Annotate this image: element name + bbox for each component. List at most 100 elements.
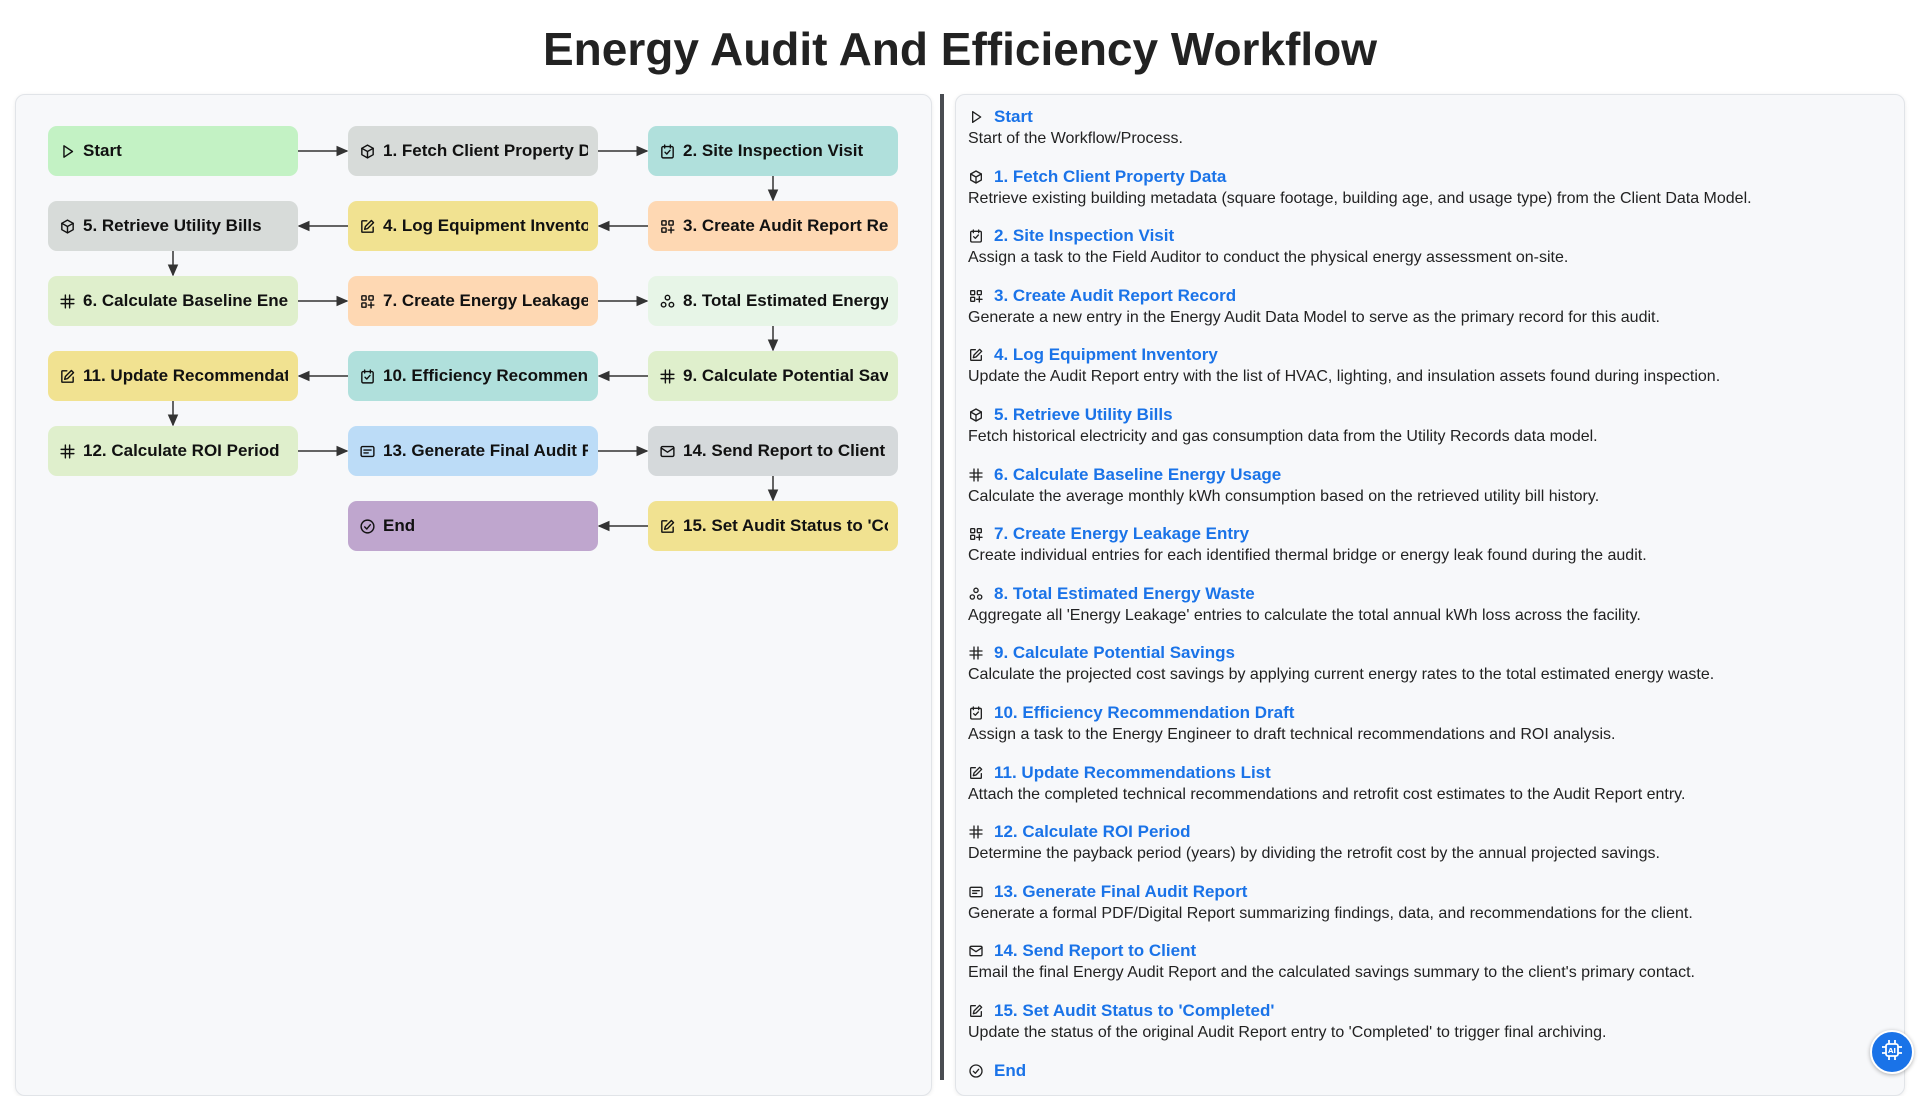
step-title-link[interactable]: 14. Send Report to Client [968,940,1888,962]
aggregate-icon [968,586,984,602]
flow-node-label: 13. Generate Final Audit Report [383,441,588,460]
flow-node-label: 9. Calculate Potential Savings [683,366,888,385]
report-icon [359,443,376,460]
step-title: Start [994,107,1033,126]
task-check-icon [659,143,676,160]
flow-node-label: 5. Retrieve Utility Bills [83,216,262,235]
flow-node-12[interactable]: 12. Calculate ROI Period [48,426,298,476]
panel-divider[interactable] [940,94,944,1080]
flow-node-label: 1. Fetch Client Property Data [383,141,588,160]
step-title: 7. Create Energy Leakage Entry [994,524,1250,544]
step-title-link[interactable]: 4. Log Equipment Inventory [968,344,1888,366]
step-description: Retrieve existing building metadata (squ… [968,189,1752,207]
flow-node-label: End [383,516,416,535]
step-title-link[interactable]: 2. Site Inspection Visit [968,225,1888,247]
flow-node-6[interactable]: 6. Calculate Baseline Energy Usage [48,276,298,326]
mail-icon [659,443,676,460]
edit-icon [968,1003,984,1019]
step-description: Update the status of the original Audit … [968,1024,1607,1041]
flow-node-1[interactable]: 1. Fetch Client Property Data [348,126,598,176]
step-title: 6. Calculate Baseline Energy Usage [994,464,1282,484]
flow-node-9[interactable]: 9. Calculate Potential Savings [648,351,898,401]
step-details-panel: Start Start of the Workflow/Process. 1. Fe… [955,94,1905,1096]
step-title: 3. Create Audit Report Record [994,285,1237,305]
step-title-link[interactable]: 15. Set Audit Status to 'Completed' [968,1000,1888,1022]
flow-node-7[interactable]: 7. Create Energy Leakage Entry [348,276,598,326]
step-description: Determine the payback period (years) by … [968,845,1660,863]
step-description: Create individual entries for each ident… [968,547,1647,565]
flow-node-8[interactable]: 8. Total Estimated Energy Waste [648,276,898,326]
step-title-link[interactable]: 7. Create Energy Leakage Entry [968,523,1888,545]
step-title-link[interactable]: 5. Retrieve Utility Bills [968,404,1888,426]
flow-node-4[interactable]: 4. Log Equipment Inventory [348,201,598,251]
step-item: 5. Retrieve Utility Bills Fetch historica… [968,404,1888,447]
step-title-link[interactable]: End [968,1060,1888,1082]
step-title-link[interactable]: 8. Total Estimated Energy Waste [968,583,1888,605]
step-title-link[interactable]: 3. Create Audit Report Record [968,285,1888,307]
flow-node-label: 10. Efficiency Recommendation Draft [383,366,588,385]
step-title: 5. Retrieve Utility Bills [994,405,1173,424]
flow-node-15[interactable]: 15. Set Audit Status to 'Completed' [648,501,898,551]
grid-plus-icon [968,526,984,542]
report-icon [968,884,984,900]
step-description: Aggregate all 'Energy Leakage' entries t… [968,606,1641,624]
step-title: 12. Calculate ROI Period [994,822,1191,842]
cube-icon [359,143,376,160]
task-check-icon [968,228,984,244]
step-title-link[interactable]: 6. Calculate Baseline Energy Usage [968,464,1888,486]
circle-check-icon [968,1063,984,1079]
flow-node-label: 12. Calculate ROI Period [83,441,280,460]
step-item: 13. Generate Final Audit Report Generate … [968,881,1888,924]
edit-icon [359,218,376,235]
flow-node-label: 6. Calculate Baseline Energy Usage [83,291,288,310]
flow-node-16[interactable]: End [348,501,598,551]
flow-node-13[interactable]: 13. Generate Final Audit Report [348,426,598,476]
step-title: 14. Send Report to Client [994,941,1197,961]
step-title: 8. Total Estimated Energy Waste [994,583,1255,603]
flow-node-10[interactable]: 10. Efficiency Recommendation Draft [348,351,598,401]
flow-node-label: 4. Log Equipment Inventory [383,216,588,235]
assistant-button[interactable]: AI [1870,1030,1914,1074]
step-title-link[interactable]: 11. Update Recommendations List [968,762,1888,784]
calc-icon [59,443,76,460]
flow-node-11[interactable]: 11. Update Recommendations List [48,351,298,401]
flow-node-14[interactable]: 14. Send Report to Client [648,426,898,476]
step-item: 2. Site Inspection Visit Assign a task to… [968,225,1888,268]
flow-node-label: 3. Create Audit Report Record [683,216,888,235]
step-title: 13. Generate Final Audit Report [994,881,1248,901]
circle-check-icon [359,518,376,535]
step-item: 4. Log Equipment Inventory Update the Aud… [968,344,1888,387]
step-description: Assign a task to the Energy Engineer to … [968,726,1616,743]
step-title-link[interactable]: 1. Fetch Client Property Data [968,166,1888,188]
step-title-link[interactable]: 10. Efficiency Recommendation Draft [968,702,1888,724]
step-item: 10. Efficiency Recommendation Draft Assig… [968,702,1888,745]
edit-icon [968,347,984,363]
flow-node-label: 11. Update Recommendations List [83,366,288,385]
step-title-link[interactable]: 13. Generate Final Audit Report [968,881,1888,903]
step-description: Update the Audit Report entry with the l… [968,368,1721,386]
cube-icon [59,218,76,235]
play-icon [59,143,76,160]
step-item: 3. Create Audit Report Record Generate a … [968,285,1888,328]
page-title: Energy Audit And Efficiency Workflow [542,23,1378,75]
step-title: 15. Set Audit Status to 'Completed' [994,1001,1275,1020]
flow-node-0[interactable]: Start [48,126,298,176]
step-title-link[interactable]: 9. Calculate Potential Savings [968,642,1888,664]
step-item: 15. Set Audit Status to 'Completed' Updat… [968,1000,1888,1043]
ai-chip-icon: AI [1880,1038,1904,1067]
flow-node-2[interactable]: 2. Site Inspection Visit [648,126,898,176]
flow-node-3[interactable]: 3. Create Audit Report Record [648,201,898,251]
calc-icon [59,293,76,310]
step-title-link[interactable]: 12. Calculate ROI Period [968,821,1888,843]
task-check-icon [968,705,984,721]
flow-node-5[interactable]: 5. Retrieve Utility Bills [48,201,298,251]
step-title-link[interactable]: Start [968,106,1888,128]
calc-icon [968,645,984,661]
svg-text:AI: AI [1888,1047,1896,1055]
step-description: Email the final Energy Audit Report and … [968,964,1695,982]
step-title: 9. Calculate Potential Savings [994,643,1235,663]
step-title: 1. Fetch Client Property Data [994,166,1227,186]
step-title: 4. Log Equipment Inventory [994,345,1218,365]
step-item: 12. Calculate ROI Period Determine the pa… [968,821,1888,864]
step-description: Calculate the average monthly kWh consum… [968,487,1600,505]
